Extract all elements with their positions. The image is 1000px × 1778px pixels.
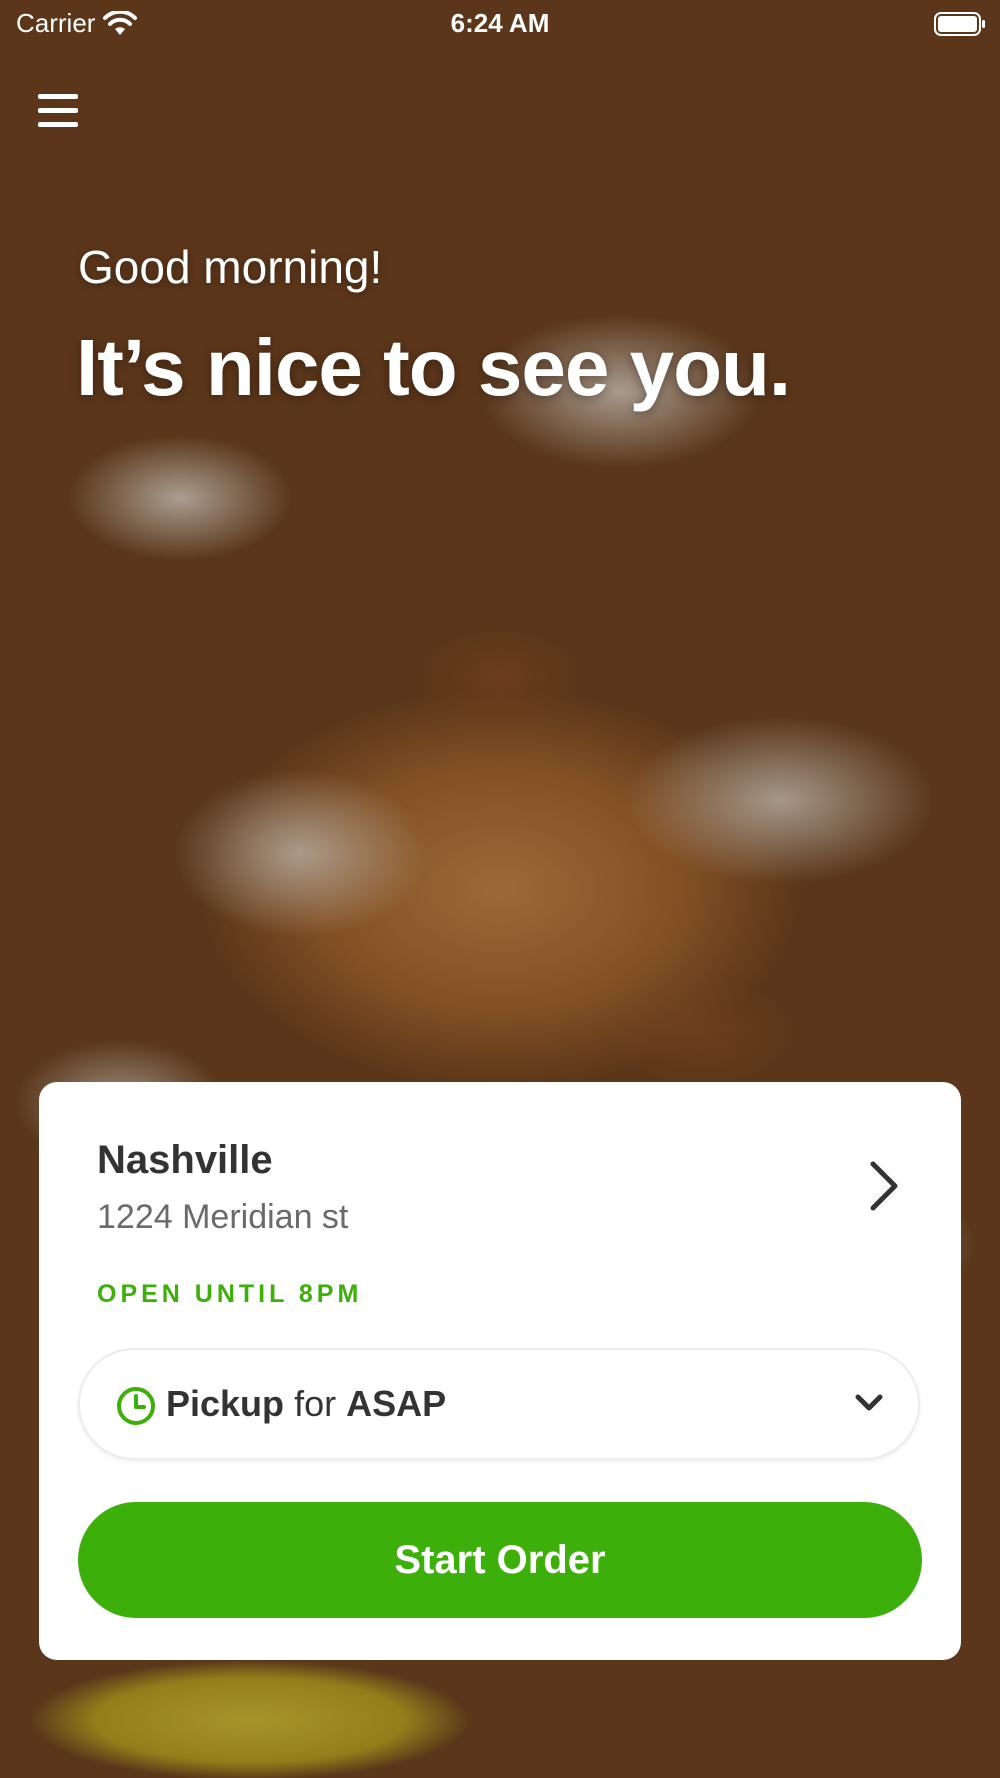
menu-icon[interactable] — [38, 92, 78, 130]
start-order-button[interactable]: Start Order — [78, 1502, 922, 1618]
open-status-label: OPEN UNTIL 8PM — [97, 1280, 363, 1308]
greeting-text: Good morning! — [78, 241, 383, 293]
home-screen: Carrier 6:24 AM Good morning! It’s nice … — [0, 0, 1000, 1778]
chevron-down-icon — [855, 1394, 883, 1411]
location-name: Nashville — [97, 1138, 273, 1182]
status-time: 6:24 AM — [450, 8, 550, 38]
location-address: 1224 Meridian st — [97, 1198, 349, 1236]
location-selector[interactable]: Nashville 1224 Meridian st — [97, 1138, 921, 1248]
order-card: Nashville 1224 Meridian st OPEN UNTIL 8P… — [39, 1082, 961, 1660]
order-connector-label: for — [294, 1383, 337, 1424]
pickup-summary: Pickup for ASAP — [166, 1383, 446, 1425]
chevron-right-icon — [870, 1161, 898, 1211]
pickup-time-dropdown[interactable]: Pickup for ASAP — [78, 1348, 920, 1460]
order-time-label: ASAP — [346, 1383, 447, 1424]
headline-text: It’s nice to see you. — [76, 323, 791, 412]
clock-icon — [117, 1387, 155, 1425]
order-mode-label: Pickup — [166, 1383, 285, 1424]
status-bar: Carrier 6:24 AM — [0, 0, 1000, 50]
battery-icon — [934, 12, 985, 36]
